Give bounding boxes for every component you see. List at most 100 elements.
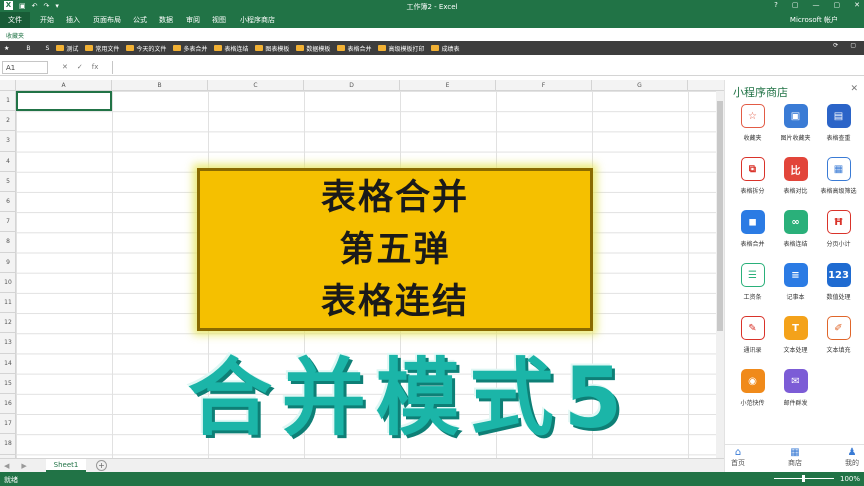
tab-data[interactable]: 数据 — [159, 15, 173, 25]
add-sheet-button[interactable]: + — [96, 460, 107, 471]
column-header[interactable]: G — [592, 80, 688, 91]
panel-nav-item[interactable]: ▦ 商店 — [788, 447, 802, 470]
row-header[interactable]: 11 — [0, 293, 16, 314]
close-button[interactable]: ✕ — [854, 1, 860, 9]
app-item[interactable]: ☆ 收藏夹 — [731, 104, 774, 151]
mail-icon: ✉ — [783, 369, 808, 393]
maximize-button[interactable]: ▢ — [834, 1, 841, 9]
selected-cell[interactable] — [16, 91, 112, 111]
bookmark-folder[interactable]: 测试 — [56, 44, 78, 53]
cancel-icon[interactable]: ✕ — [62, 63, 68, 71]
app-item[interactable]: ≡ 记事本 — [774, 263, 817, 310]
bookmark-folder[interactable]: 表格合并 — [337, 44, 371, 53]
app-label: 表格连结 — [783, 241, 808, 248]
prev-sheet-icon[interactable]: ◀ — [4, 462, 9, 470]
sheet-tab[interactable]: Sheet1 — [46, 459, 86, 472]
row-header[interactable]: 3 — [0, 131, 16, 152]
app-item[interactable]: ✎ 通讯录 — [731, 316, 774, 363]
tab-insert[interactable]: 插入 — [66, 15, 80, 25]
app-item[interactable]: ☰ 工资条 — [731, 263, 774, 310]
app-item[interactable]: ✐ 文本填充 — [817, 316, 860, 363]
formula-input[interactable] — [112, 61, 862, 74]
app-item[interactable]: ◼ 表格合并 — [731, 210, 774, 257]
column-header[interactable]: F — [496, 80, 592, 91]
tab-page-layout[interactable]: 页面布局 — [93, 15, 121, 25]
row-header[interactable]: 17 — [0, 414, 16, 435]
app-label: 表格查重 — [826, 135, 851, 142]
tab-mini-store[interactable]: 小程序商店 — [240, 15, 275, 25]
tab-home[interactable]: 开始 — [40, 15, 54, 25]
ribbon-display-button[interactable]: ▢ — [792, 1, 799, 9]
folder-icon — [126, 45, 135, 51]
bookmark-folder[interactable]: 常用文件 — [85, 44, 119, 53]
number-icon: 123 — [826, 263, 851, 287]
new-window-icon[interactable]: ▢ — [850, 42, 856, 49]
row-header[interactable]: 8 — [0, 232, 16, 253]
bookmark-folder[interactable]: 高级模板打印 — [378, 44, 424, 53]
app-item[interactable]: ▤ 表格查重 — [817, 104, 860, 151]
select-all-corner[interactable] — [0, 80, 16, 91]
bookmark-folder[interactable]: 图表模板 — [255, 44, 289, 53]
app-item[interactable]: 123 数值处理 — [817, 263, 860, 310]
panel-nav-item[interactable]: ♟ 我的 — [845, 447, 859, 470]
row-header[interactable]: 18 — [0, 434, 16, 455]
zoom-slider[interactable] — [774, 475, 834, 482]
row-header[interactable]: 13 — [0, 333, 16, 354]
app-item[interactable]: ✉ 邮件群发 — [774, 369, 817, 416]
row-header[interactable]: 9 — [0, 253, 16, 273]
folder-icon — [431, 45, 440, 51]
row-header[interactable]: 10 — [0, 273, 16, 293]
row-header[interactable]: 5 — [0, 172, 16, 192]
name-box[interactable]: A1 — [2, 61, 48, 74]
row-header[interactable]: 16 — [0, 394, 16, 415]
vertical-scrollbar[interactable] — [716, 91, 724, 458]
column-header[interactable]: A — [16, 80, 112, 91]
app-item[interactable]: ∞ 表格连结 — [774, 210, 817, 257]
row-header[interactable]: 2 — [0, 111, 16, 132]
panel-nav-item[interactable]: ⌂ 首页 — [731, 447, 745, 470]
app-grid: ☆ 收藏夹 ▣ 图片收藏夹 ▤ 表格查重 ⧉ 表格拆分 比表格对比 ▦ 表格高级筛选 ◼ 表格合并 ∞ 表格… — [731, 104, 861, 416]
row-header[interactable]: 15 — [0, 374, 16, 394]
bookmark-star-icon[interactable]: ★ — [4, 45, 9, 52]
tab-review[interactable]: 审阅 — [186, 15, 200, 25]
row-header[interactable]: 7 — [0, 212, 16, 233]
column-header[interactable]: E — [400, 80, 496, 91]
minimize-button[interactable]: — — [813, 1, 820, 9]
scrollbar-thumb[interactable] — [717, 101, 723, 331]
row-header[interactable]: 12 — [0, 313, 16, 334]
row-header[interactable]: 1 — [0, 91, 16, 112]
app-item[interactable]: Ħ 分页小计 — [817, 210, 860, 257]
bookmark-b[interactable]: B — [26, 45, 30, 52]
bookmark-folder[interactable]: 今天的文件 — [126, 44, 166, 53]
column-header[interactable]: D — [304, 80, 400, 91]
app-item[interactable]: 比表格对比 — [774, 157, 817, 204]
zoom-level[interactable]: 100% — [840, 475, 860, 483]
bookmark-folder[interactable]: 成绩表 — [431, 44, 459, 53]
app-item[interactable]: ⧉ 表格拆分 — [731, 157, 774, 204]
close-icon[interactable]: ✕ — [850, 84, 858, 94]
tab-formulas[interactable]: 公式 — [133, 15, 147, 25]
title-bar: X ▣ ↶ ↷ ▾ 工作簿2 - Excel ? ▢ — ▢ ✕ — [0, 0, 864, 12]
bookmark-folder[interactable]: 表格连结 — [214, 44, 248, 53]
row-header[interactable]: 14 — [0, 354, 16, 374]
bookmark-folder[interactable]: 多表合并 — [173, 44, 207, 53]
refresh-icon[interactable]: ⟳ — [833, 42, 838, 49]
bookmark-s[interactable]: S — [46, 45, 50, 52]
bookmark-folder[interactable]: 数据模板 — [296, 44, 330, 53]
app-item[interactable]: ▦ 表格高级筛选 — [817, 157, 860, 204]
insert-function-icon[interactable]: fx — [92, 63, 99, 71]
help-button[interactable]: ? — [774, 1, 778, 9]
next-sheet-icon[interactable]: ▶ — [21, 462, 26, 470]
app-item[interactable]: T 文本处理 — [774, 316, 817, 363]
tab-view[interactable]: 视图 — [212, 15, 226, 25]
tab-file[interactable]: 文件 — [0, 12, 30, 28]
account-menu[interactable]: Microsoft 帐户 — [790, 15, 838, 25]
row-header[interactable]: 4 — [0, 152, 16, 172]
enter-icon[interactable]: ✓ — [77, 63, 83, 71]
row-header[interactable]: 6 — [0, 192, 16, 213]
column-header[interactable]: B — [112, 80, 208, 91]
app-item[interactable]: ▣ 图片收藏夹 — [774, 104, 817, 151]
app-item[interactable]: ◉ 小范快传 — [731, 369, 774, 416]
column-header[interactable]: C — [208, 80, 304, 91]
row-headers: 1 2 3 4 5 6 7 8 9 10 11 12 13 14 15 16 17 18 — [0, 91, 16, 458]
